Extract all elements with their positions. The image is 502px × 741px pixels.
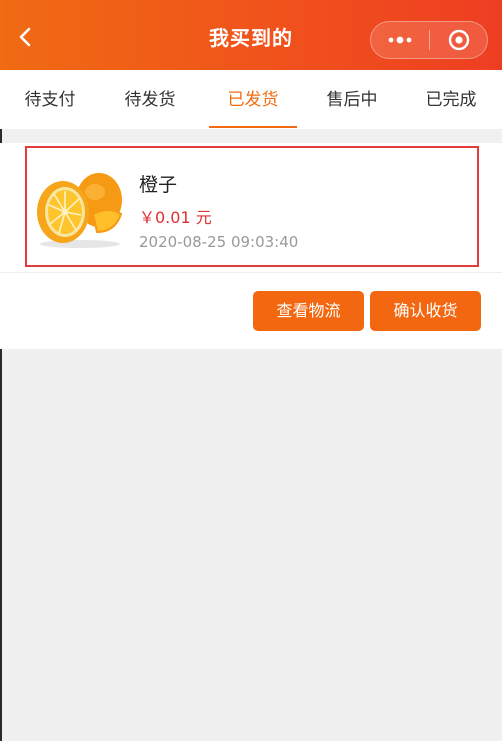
tab-shipped[interactable]: 已发货 xyxy=(203,70,303,129)
view-logistics-button[interactable]: 查看物流 xyxy=(253,291,364,331)
mini-program-capsule xyxy=(370,21,488,59)
order-card: 橙子 ￥0.01 元 2020-08-25 09:03:40 查看物流 确认收货 xyxy=(0,143,502,349)
product-price: ￥0.01 元 xyxy=(139,208,212,227)
tab-pending-shipment[interactable]: 待发货 xyxy=(100,70,200,129)
order-item[interactable]: 橙子 ￥0.01 元 2020-08-25 09:03:40 xyxy=(25,146,479,267)
active-tab-indicator xyxy=(209,126,297,128)
close-target-icon[interactable] xyxy=(430,22,488,58)
tab-pending-payment[interactable]: 待支付 xyxy=(0,70,100,129)
card-divider xyxy=(0,272,502,273)
nav-bar: 我买到的 xyxy=(0,0,502,70)
more-icon[interactable] xyxy=(371,22,429,58)
tab-completed[interactable]: 已完成 xyxy=(401,70,501,129)
confirm-receipt-button[interactable]: 确认收货 xyxy=(370,291,481,331)
product-name: 橙子 xyxy=(139,174,178,196)
order-datetime: 2020-08-25 09:03:40 xyxy=(139,233,299,251)
orange-halves-image xyxy=(35,162,125,252)
order-status-tabs: 待支付 待发货 已发货 售后中 已完成 xyxy=(0,70,502,129)
tab-after-sales[interactable]: 售后中 xyxy=(302,70,402,129)
